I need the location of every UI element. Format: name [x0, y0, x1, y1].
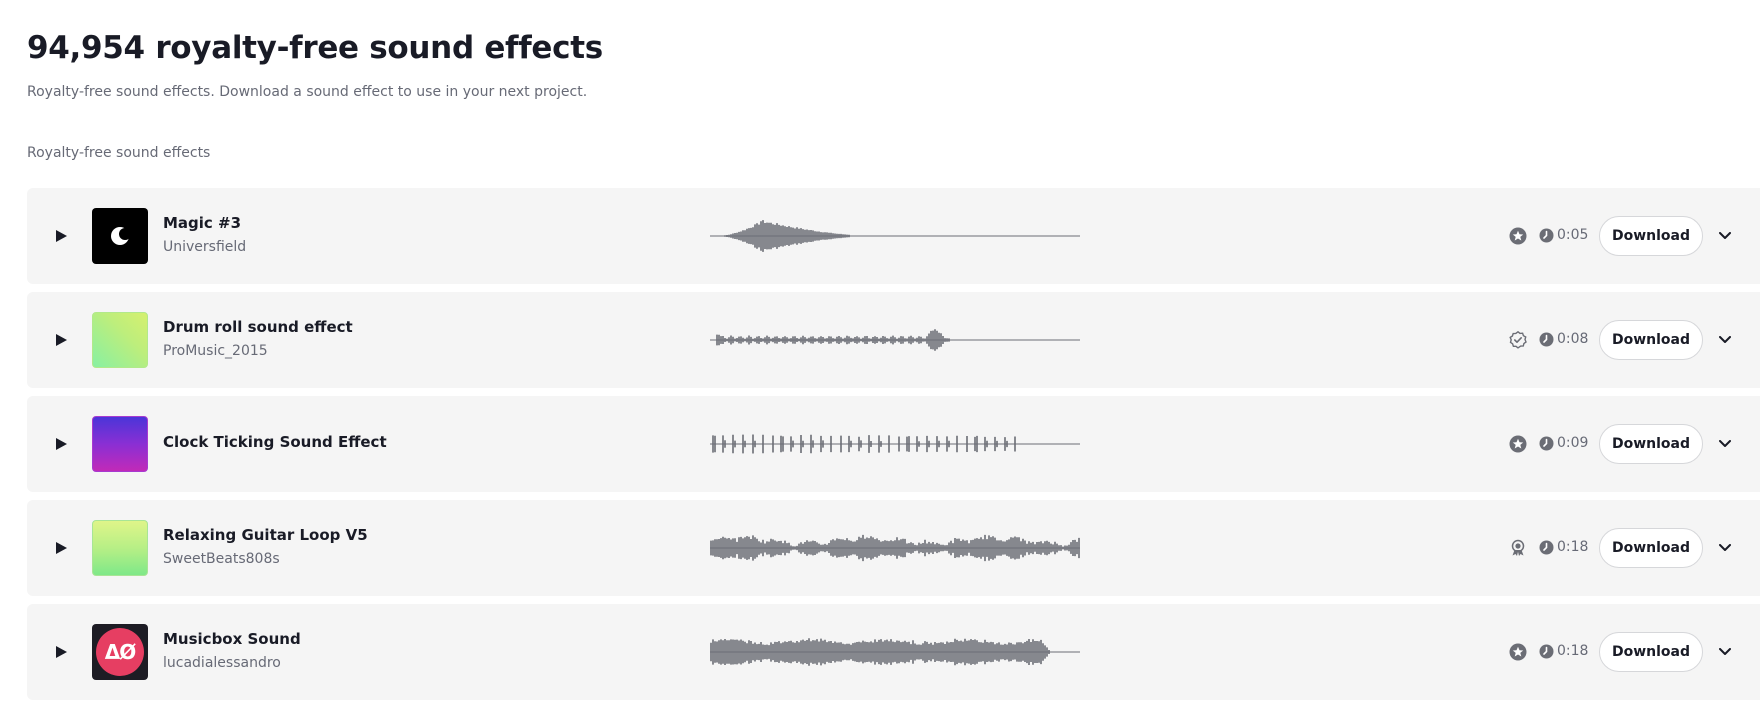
waveform-graphic — [710, 220, 1080, 252]
track-artist[interactable]: Universfield — [163, 239, 246, 255]
section-label: Royalty-free sound effects — [27, 145, 211, 161]
track-list: Magic #3 Universfield 0:05 Download Drum… — [27, 188, 1760, 702]
waveform[interactable] — [710, 528, 1080, 568]
play-button[interactable] — [51, 226, 71, 246]
track-artist[interactable]: ProMusic_2015 — [163, 343, 268, 359]
waveform[interactable] — [710, 320, 1080, 360]
play-button[interactable] — [51, 434, 71, 454]
track-artist[interactable]: lucadialessandro — [163, 655, 281, 671]
award-badge-icon — [1511, 539, 1525, 556]
play-button[interactable] — [51, 330, 71, 350]
download-button[interactable]: Download — [1599, 320, 1703, 360]
track-title[interactable]: Magic #3 — [163, 214, 241, 232]
waveform[interactable] — [710, 632, 1080, 672]
waveform-graphic — [710, 329, 1080, 351]
chevron-down-icon — [1719, 648, 1731, 655]
expand-button[interactable] — [1715, 330, 1735, 350]
expand-button[interactable] — [1715, 538, 1735, 558]
download-button[interactable]: Download — [1599, 528, 1703, 568]
waveform[interactable] — [710, 216, 1080, 256]
chevron-down-icon — [1719, 544, 1731, 551]
clock-icon — [1539, 436, 1554, 451]
track-row: Clock Ticking Sound Effect 0:09 Download — [27, 396, 1760, 492]
track-duration: 0:08 — [1557, 331, 1589, 347]
play-button[interactable] — [51, 642, 71, 662]
track-thumbnail[interactable] — [92, 208, 148, 264]
play-icon — [55, 542, 67, 554]
clock-icon — [1539, 540, 1554, 555]
chevron-down-icon — [1719, 336, 1731, 343]
star-badge-icon — [1509, 643, 1527, 661]
clock-icon — [1539, 644, 1554, 659]
play-icon — [55, 230, 67, 242]
track-thumbnail[interactable] — [92, 520, 148, 576]
track-thumbnail[interactable] — [92, 312, 148, 368]
track-thumbnail[interactable]: ΔØ — [92, 624, 148, 680]
play-icon — [55, 438, 67, 450]
page-title: 94,954 royalty-free sound effects — [27, 30, 603, 66]
track-duration: 0:09 — [1557, 435, 1589, 451]
track-title[interactable]: Musicbox Sound — [163, 630, 301, 648]
chevron-down-icon — [1719, 440, 1731, 447]
track-duration: 0:18 — [1557, 539, 1589, 555]
track-title[interactable]: Relaxing Guitar Loop V5 — [163, 526, 368, 544]
track-row: Relaxing Guitar Loop V5 SweetBeats808s 0… — [27, 500, 1760, 596]
track-row: Drum roll sound effect ProMusic_2015 0:0… — [27, 292, 1760, 388]
play-icon — [55, 334, 67, 346]
page-subtitle: Royalty-free sound effects. Download a s… — [27, 84, 588, 100]
download-button[interactable]: Download — [1599, 632, 1703, 672]
track-row: ΔØ Musicbox Sound lucadialessandro 0:18 … — [27, 604, 1760, 700]
track-title[interactable]: Clock Ticking Sound Effect — [163, 433, 387, 451]
play-button[interactable] — [51, 538, 71, 558]
moon-logo-icon — [111, 227, 131, 245]
chevron-down-icon — [1719, 232, 1731, 239]
expand-button[interactable] — [1715, 434, 1735, 454]
verified-badge-icon — [1509, 331, 1527, 349]
track-row: Magic #3 Universfield 0:05 Download — [27, 188, 1760, 284]
track-title[interactable]: Drum roll sound effect — [163, 318, 353, 336]
star-badge-icon — [1509, 227, 1527, 245]
play-icon — [55, 646, 67, 658]
clock-icon — [1539, 332, 1554, 347]
waveform[interactable] — [710, 424, 1080, 464]
expand-button[interactable] — [1715, 226, 1735, 246]
artist-logo: ΔØ — [96, 628, 144, 676]
download-button[interactable]: Download — [1599, 216, 1703, 256]
waveform-graphic — [710, 434, 1080, 454]
clock-icon — [1539, 228, 1554, 243]
track-duration: 0:18 — [1557, 643, 1589, 659]
waveform-graphic — [710, 638, 1080, 666]
star-badge-icon — [1509, 435, 1527, 453]
waveform-graphic — [710, 534, 1080, 562]
track-thumbnail[interactable] — [92, 416, 148, 472]
download-button[interactable]: Download — [1599, 424, 1703, 464]
expand-button[interactable] — [1715, 642, 1735, 662]
track-duration: 0:05 — [1557, 227, 1589, 243]
track-artist[interactable]: SweetBeats808s — [163, 551, 280, 567]
